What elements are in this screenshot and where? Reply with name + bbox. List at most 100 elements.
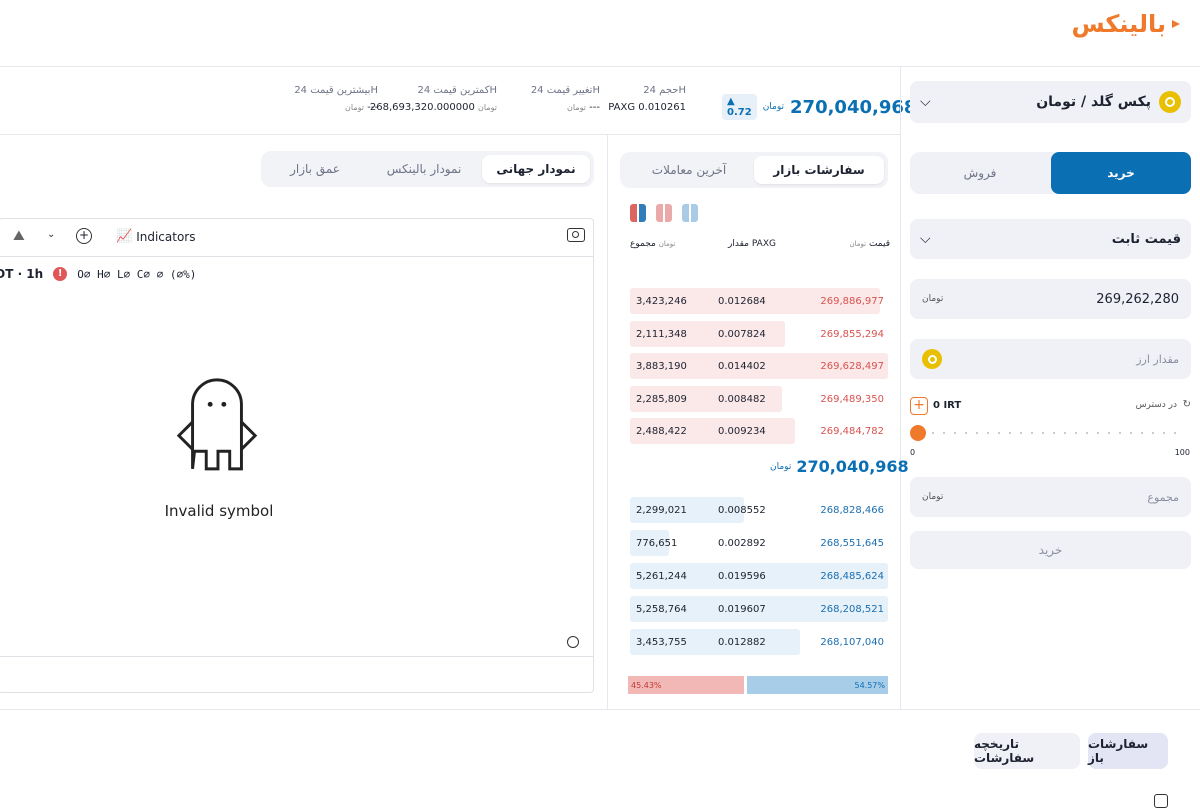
bid-row-price: 268,107,040 xyxy=(820,637,884,648)
ask-row-amount: 0.008482 xyxy=(718,393,766,405)
chart-settings-icon[interactable] xyxy=(567,636,579,648)
brand-mark-icon xyxy=(1172,20,1180,28)
order-type-label: قیمت ثابت xyxy=(1111,231,1181,247)
invalid-symbol-text: Invalid symbol xyxy=(164,502,274,520)
bid-row-amount: 0.008552 xyxy=(718,505,766,516)
tab-market-orders[interactable]: سفارشات بازار xyxy=(754,156,884,184)
slider-min-label: 0 xyxy=(910,448,916,457)
stat-high-number: --- xyxy=(367,102,378,113)
stat-volume-label: حجم 24H xyxy=(643,85,686,96)
market-selector[interactable]: پکس گلد / تومان ⌵ xyxy=(910,81,1191,123)
tab-balinex-chart[interactable]: نمودار بالینکس xyxy=(370,155,478,183)
bid-row-total: 5,258,764 xyxy=(636,604,687,615)
bid-row[interactable]: 5,261,244 0.019596 268,485,624 xyxy=(630,563,890,589)
bid-row[interactable]: 5,258,764 0.019607 268,208,521 xyxy=(630,596,890,622)
tab-market-depth[interactable]: عمق بازار xyxy=(265,155,365,183)
available-row: + 0 IRT در دسترس ↻ xyxy=(910,395,1191,419)
ask-row-amount: 0.009234 xyxy=(718,426,766,437)
change-badge: ▲ 0.72 xyxy=(722,94,757,120)
last-price: 270,040,968 xyxy=(790,96,917,118)
order-type-select[interactable]: قیمت ثابت ⌵ xyxy=(910,219,1191,259)
mid-price: تومان 270,040,968 xyxy=(770,457,909,476)
col-price-header: قیمت تومان xyxy=(849,239,890,249)
bid-row[interactable]: 776,651 0.002892 268,551,645 xyxy=(630,530,890,556)
chevron-down-icon: ⌵ xyxy=(920,94,931,110)
ask-row-total: 2,111,348 xyxy=(636,328,687,340)
bid-row-amount: 0.012882 xyxy=(718,637,766,648)
amount-placeholder: مقدار ارز xyxy=(1136,352,1179,366)
price-currency: تومان xyxy=(762,102,785,112)
stat-low-label: کمترین قیمت 24H xyxy=(417,85,498,96)
total-unit: تومان xyxy=(922,492,944,502)
market-stats-bar: ▲ 0.72 تومان 270,040,968 حجم 24H PAXG 0.… xyxy=(0,67,916,135)
book-header: تومان مجموع مقدار PAXG قیمت تومان xyxy=(630,239,890,253)
buy-tab[interactable]: خرید xyxy=(1051,152,1191,194)
chart-tabs: نمودار جهانی نمودار بالینکس عمق بازار xyxy=(261,151,594,187)
stat-change-label: تغییر قیمت 24H xyxy=(530,85,600,96)
ask-row-amount: 0.014402 xyxy=(718,361,766,372)
bid-row-price: 268,828,466 xyxy=(820,505,884,516)
ask-row-amount: 0.007824 xyxy=(718,328,766,340)
stat-high: بیشترین قیمت 24H تومان --- xyxy=(268,85,378,113)
buy-ratio: 54.57% xyxy=(747,676,888,694)
brand-logo[interactable]: بالینکس xyxy=(1071,10,1182,38)
stat-low: کمترین قیمت 24H تومان 268,693,320.000000 xyxy=(367,85,497,113)
compare-add-icon[interactable]: + xyxy=(76,228,92,244)
side-toggle: خرید فروش xyxy=(910,152,1191,194)
sell-tab[interactable]: فروش xyxy=(910,152,1050,194)
stat-volume: حجم 24H PAXG 0.010261 xyxy=(606,85,686,113)
amount-input[interactable]: مقدار ارز xyxy=(910,339,1191,379)
ask-row[interactable]: 2,111,348 0.007824 269,855,294 xyxy=(630,320,890,347)
price-input[interactable]: تومان 269,262,280 xyxy=(910,279,1191,319)
total-placeholder: مجموع xyxy=(1147,490,1179,504)
bid-row-total: 2,299,021 xyxy=(636,505,687,516)
slider-thumb[interactable] xyxy=(910,425,926,441)
bid-row-total: 776,651 xyxy=(636,538,678,549)
stat-low-currency: تومان xyxy=(478,103,497,112)
change-pct: 0.72 xyxy=(727,107,752,118)
indicators-button[interactable]: 📈 Indicators xyxy=(116,229,195,244)
stat-change-number: --- xyxy=(589,102,600,113)
chevron-down-icon: ⌵ xyxy=(920,231,931,247)
bid-row[interactable]: 2,299,021 0.008552 268,828,466 xyxy=(630,497,890,523)
market-name: پکس گلد / تومان xyxy=(1036,94,1151,110)
last-price-block: ▲ 0.72 تومان 270,040,968 xyxy=(722,94,916,120)
tab-last-trades[interactable]: آخرین معاملات xyxy=(624,156,754,184)
view-both-icon[interactable] xyxy=(630,204,646,222)
camera-icon[interactable] xyxy=(567,228,585,242)
ask-row-total: 2,488,422 xyxy=(636,426,687,437)
bid-row-total: 3,453,755 xyxy=(636,637,687,648)
refresh-icon[interactable]: ↻ xyxy=(1183,399,1191,410)
buy-submit-button[interactable]: خرید xyxy=(910,531,1191,569)
view-asks-icon[interactable] xyxy=(656,204,672,222)
filter-checkbox[interactable] xyxy=(1154,794,1168,808)
buy-submit-label: خرید xyxy=(1038,543,1063,557)
tab-open-orders[interactable]: سفارشات باز xyxy=(1088,733,1168,769)
ask-row-total: 2,285,809 xyxy=(636,393,687,405)
view-bids-icon[interactable] xyxy=(682,204,698,222)
stat-low-number: 268,693,320.000000 xyxy=(369,102,475,113)
amount-slider[interactable] xyxy=(910,423,1182,443)
total-input[interactable]: تومان مجموع xyxy=(910,477,1191,517)
ask-row[interactable]: 3,883,190 0.014402 269,628,497 xyxy=(630,353,890,379)
trade-panel: پکس گلد / تومان ⌵ خرید فروش قیمت ثابت ⌵ … xyxy=(900,67,1200,709)
ask-row-price: 269,628,497 xyxy=(820,361,884,372)
stat-volume-value: PAXG 0.010261 xyxy=(608,102,686,113)
chevron-down-icon[interactable]: ⌄ xyxy=(47,229,55,240)
bid-row[interactable]: 3,453,755 0.012882 268,107,040 xyxy=(630,629,890,655)
ask-row-price: 269,855,294 xyxy=(820,328,884,340)
ask-row[interactable]: 2,285,809 0.008482 269,489,350 xyxy=(630,385,890,412)
orders-section: سفارشات باز تاریخچه سفارشات xyxy=(0,709,1200,808)
tab-global-chart[interactable]: نمودار جهانی xyxy=(482,155,590,183)
chart-type-icon[interactable]: ⛰ xyxy=(13,228,25,244)
tab-order-history[interactable]: تاریخچه سفارشات xyxy=(974,733,1080,769)
ask-row[interactable]: 3,423,246 0.012684 269,886,977 xyxy=(630,288,890,314)
stat-high-label: بیشترین قیمت 24H xyxy=(294,85,378,96)
ask-row-total: 3,423,246 xyxy=(636,296,687,307)
bid-row-amount: 0.019596 xyxy=(718,571,766,582)
add-funds-icon[interactable]: + xyxy=(910,397,928,415)
ask-row[interactable]: 2,488,422 0.009234 269,484,782 xyxy=(630,418,890,444)
bid-row-amount: 0.002892 xyxy=(718,538,766,549)
indicators-label: Indicators xyxy=(136,229,196,244)
bid-row-price: 268,551,645 xyxy=(820,538,884,549)
